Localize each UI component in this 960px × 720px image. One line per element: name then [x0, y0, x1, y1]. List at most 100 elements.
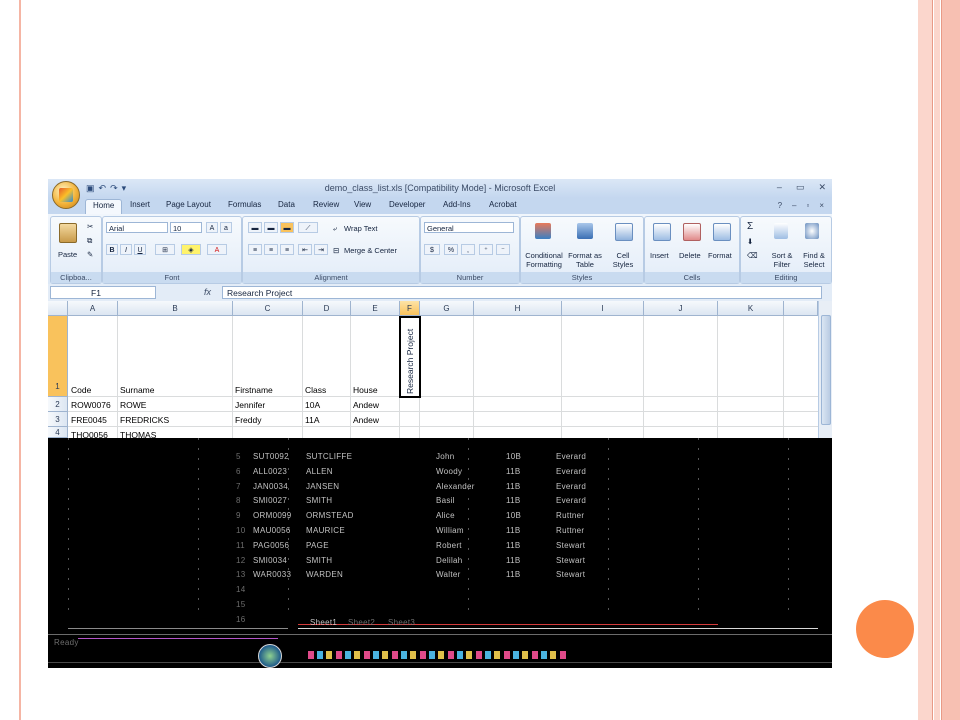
row-header-1[interactable]: 1	[48, 316, 68, 397]
font-name-combo[interactable]: Arial	[106, 222, 168, 233]
delete-button[interactable]: Delete	[679, 251, 701, 260]
tab-formulas[interactable]: Formulas	[228, 200, 261, 209]
sheet-tab-3[interactable]: Sheet3	[388, 618, 415, 627]
column-header-c[interactable]: C	[233, 301, 303, 316]
cell-b3[interactable]: FREDRICKS	[120, 415, 169, 425]
column-header-i[interactable]: I	[562, 301, 644, 316]
tab-insert[interactable]: Insert	[130, 200, 150, 209]
tab-add-ins[interactable]: Add-Ins	[443, 200, 471, 209]
copy-icon[interactable]: ⧉	[87, 236, 92, 245]
clear-icon[interactable]: ⌫	[747, 251, 758, 260]
font-size-combo[interactable]: 10	[170, 222, 202, 233]
autosum-button[interactable]: Σ	[747, 222, 753, 232]
column-header-d[interactable]: D	[303, 301, 351, 316]
font-color-icon[interactable]: A	[207, 244, 227, 255]
cell-e2[interactable]: Andew	[353, 400, 379, 410]
cell-c2[interactable]: Jennifer	[235, 400, 265, 410]
grow-font-icon[interactable]: A	[206, 222, 218, 233]
decrease-indent-icon[interactable]: ⇤	[298, 244, 312, 255]
formula-input[interactable]: Research Project	[222, 286, 822, 299]
name-box[interactable]: F1	[50, 286, 156, 299]
sort-filter-button[interactable]: Sort & Filter	[767, 251, 797, 269]
cut-icon[interactable]: ✂	[87, 222, 93, 231]
cell-d2[interactable]: 10A	[305, 400, 320, 410]
conditional-formatting-button[interactable]: Conditional Formatting	[524, 251, 564, 269]
column-header-j[interactable]: J	[644, 301, 718, 316]
cell-styles-button[interactable]: Cell Styles	[607, 251, 639, 269]
cell-a1[interactable]: Code	[71, 385, 91, 395]
cell-b2[interactable]: ROWE	[120, 400, 146, 410]
cell-e3[interactable]: Andew	[353, 415, 379, 425]
paste-button[interactable]: Paste	[58, 250, 77, 259]
increase-decimal-icon[interactable]: ⁺	[479, 244, 493, 255]
minimize-button[interactable]: –	[777, 182, 782, 193]
format-painter-icon[interactable]: ✎	[87, 250, 93, 259]
office-button[interactable]	[52, 181, 80, 209]
tab-page-layout[interactable]: Page Layout	[166, 200, 211, 209]
cell-b1[interactable]: Surname	[120, 385, 155, 395]
align-left-icon[interactable]: ≡	[248, 244, 262, 255]
help-icon[interactable]: ?	[778, 201, 782, 210]
find-select-button[interactable]: Find & Select	[799, 251, 829, 269]
ribbon-restore-icon[interactable]: ▫	[806, 201, 809, 210]
shrink-font-icon[interactable]: a	[220, 222, 232, 233]
cell-a3[interactable]: FRE0045	[71, 415, 107, 425]
vertical-scrollbar[interactable]	[818, 301, 832, 438]
row-header-3[interactable]: 3	[48, 412, 68, 427]
paste-icon[interactable]	[59, 223, 77, 243]
cell-d1[interactable]: Class	[305, 385, 326, 395]
ribbon-minimize-icon[interactable]: –	[792, 201, 796, 210]
comma-button[interactable]: ,	[461, 244, 475, 255]
orientation-icon[interactable]: ⟋	[298, 222, 318, 233]
cell-e1[interactable]: House	[353, 385, 378, 395]
select-all-corner[interactable]	[48, 301, 68, 316]
bold-button[interactable]: B	[106, 244, 118, 255]
merge-center-button[interactable]: Merge & Center	[344, 246, 397, 255]
row-header-2[interactable]: 2	[48, 397, 68, 412]
column-header-f[interactable]: F	[400, 301, 420, 316]
currency-button[interactable]: $	[424, 244, 440, 255]
borders-icon[interactable]: ⊞	[155, 244, 175, 255]
cell-c1[interactable]: Firstname	[235, 385, 273, 395]
taskbar-start-orb-icon[interactable]	[258, 644, 282, 668]
tab-acrobat[interactable]: Acrobat	[489, 200, 517, 209]
close-button[interactable]: ✕	[818, 182, 826, 193]
sheet-tab-1[interactable]: Sheet1	[310, 618, 337, 627]
tab-developer[interactable]: Developer	[389, 200, 425, 209]
sheet-tab-2[interactable]: Sheet2	[348, 618, 375, 627]
align-right-icon[interactable]: ≡	[280, 244, 294, 255]
row-header-4[interactable]: 4	[48, 427, 68, 438]
align-middle-icon[interactable]: ▬	[264, 222, 278, 233]
column-header-e[interactable]: E	[351, 301, 400, 316]
column-header-h[interactable]: H	[474, 301, 562, 316]
align-bottom-icon[interactable]: ▬	[280, 222, 294, 233]
tab-review[interactable]: Review	[313, 200, 339, 209]
column-header-g[interactable]: G	[420, 301, 474, 316]
column-header-k[interactable]: K	[718, 301, 784, 316]
fill-icon[interactable]: ⬇	[747, 237, 753, 246]
align-top-icon[interactable]: ▬	[248, 222, 262, 233]
increase-indent-icon[interactable]: ⇥	[314, 244, 328, 255]
insert-button[interactable]: Insert	[650, 251, 669, 260]
cell-f1[interactable]: Research Project	[405, 329, 415, 394]
fill-color-icon[interactable]: ◈	[181, 244, 201, 255]
decrease-decimal-icon[interactable]: ⁻	[496, 244, 510, 255]
fx-icon[interactable]: fx	[204, 287, 211, 297]
maximize-button[interactable]: ▭	[796, 182, 805, 193]
tab-view[interactable]: View	[354, 200, 371, 209]
format-button[interactable]: Format	[708, 251, 732, 260]
italic-button[interactable]: I	[120, 244, 132, 255]
tab-data[interactable]: Data	[278, 200, 295, 209]
ribbon-close-icon[interactable]: ×	[819, 201, 824, 210]
cell-d3[interactable]: 11A	[305, 415, 320, 425]
column-header-a[interactable]: A	[68, 301, 118, 316]
percent-button[interactable]: %	[444, 244, 458, 255]
column-header-b[interactable]: B	[118, 301, 233, 316]
number-format-combo[interactable]: General	[424, 222, 514, 233]
wrap-text-button[interactable]: Wrap Text	[344, 224, 378, 233]
align-center-icon[interactable]: ≡	[264, 244, 278, 255]
cell-c3[interactable]: Freddy	[235, 415, 261, 425]
format-as-table-button[interactable]: Format as Table	[567, 251, 603, 269]
scrollbar-thumb[interactable]	[821, 315, 831, 425]
underline-button[interactable]: U	[134, 244, 146, 255]
